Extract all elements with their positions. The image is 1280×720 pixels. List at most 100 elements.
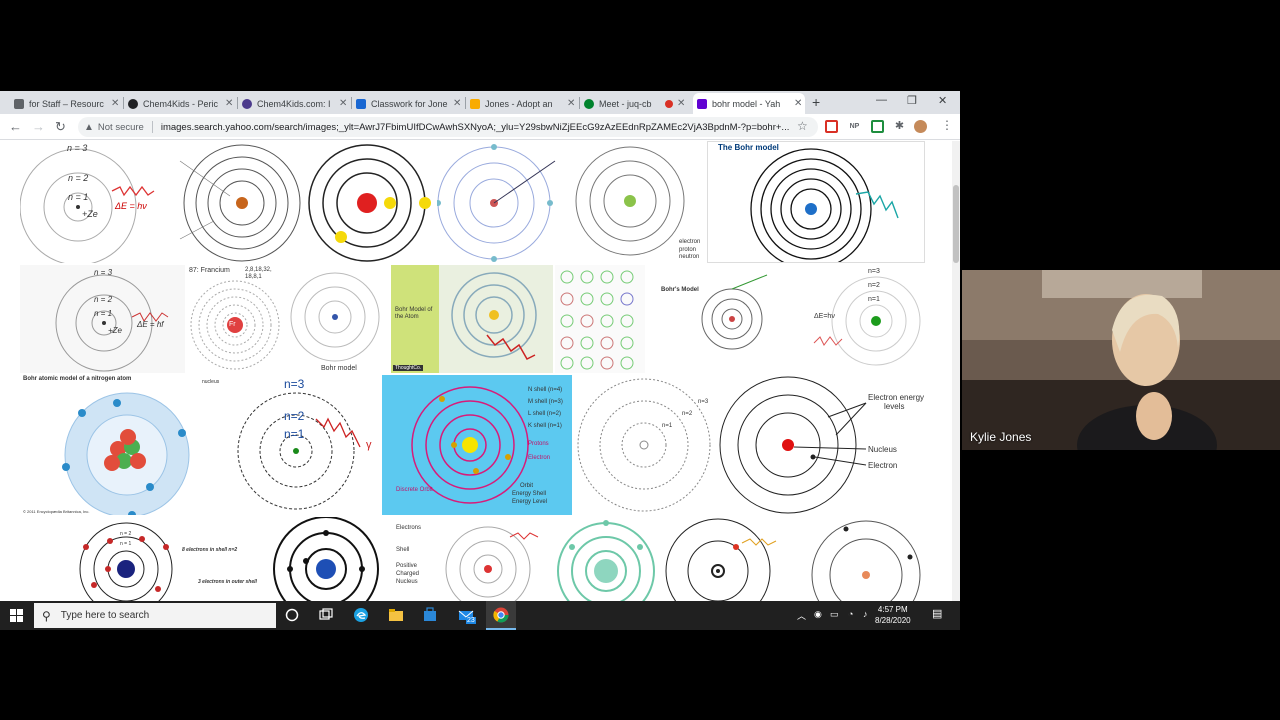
profile-avatar[interactable] [914, 120, 927, 133]
label-electrons: Electrons [396, 525, 422, 531]
close-window-icon[interactable]: ✕ [938, 94, 947, 107]
result-thumb-18[interactable]: Electron energy levels Nucleus Electron [718, 375, 925, 515]
tab-close-icon[interactable]: ✕ [567, 98, 575, 109]
label-ze: +Ze [82, 209, 98, 219]
edge-icon[interactable] [353, 607, 369, 623]
thumb-title: The Bohr model [718, 143, 779, 152]
thumb-title: 87: Francium [189, 267, 230, 274]
result-thumb-17[interactable]: n=3 n=2 n=1 [574, 375, 716, 515]
tab-close-icon[interactable]: ✕ [677, 98, 685, 109]
security-label: Not secure [97, 121, 144, 133]
label-protons: Protons [528, 441, 549, 447]
result-thumb-14[interactable]: Bohr atomic model of a nitrogen atom nuc… [20, 375, 230, 515]
reload-icon[interactable]: ↻ [55, 119, 66, 135]
bohr-diagram-image [55, 274, 169, 372]
tab-close-icon[interactable]: ✕ [794, 98, 802, 109]
result-thumb-6[interactable]: The Bohr model [707, 141, 925, 263]
tab-staff-resources[interactable]: for Staff – Resourc ✕ [10, 93, 120, 114]
result-thumb-7[interactable]: n = 3 n = 2 n = 1 +Ze ΔE = hf [20, 265, 185, 373]
tab-meet[interactable]: Meet - juq-cb ✕ [580, 93, 690, 114]
forward-icon[interactable]: → [32, 119, 45, 134]
tab-chem4kids-home[interactable]: Chem4Kids.com: I ✕ [238, 93, 348, 114]
url-text[interactable]: images.search.yahoo.com/search/images;_y… [161, 122, 801, 133]
tab-title: Chem4Kids - Peric [143, 98, 219, 109]
result-thumb-4[interactable] [437, 141, 569, 263]
tab-adopt-an[interactable]: Jones - Adopt an ✕ [466, 93, 576, 114]
tray-volume-icon[interactable]: ♪ [863, 609, 868, 619]
label-shell-2: 8 electrons in shell n=2 [182, 547, 238, 553]
tray-wifi-icon[interactable]: ◔ [848, 609, 853, 619]
file-explorer-icon[interactable] [388, 607, 404, 623]
result-thumb-9[interactable]: Bohr model [289, 265, 389, 373]
result-thumb-22[interactable] [550, 517, 662, 601]
new-tab-icon[interactable]: + [812, 94, 820, 110]
taskbar-search-box[interactable]: ⚲ Type here to search [34, 603, 276, 628]
label-energy-levels-2: levels [884, 402, 905, 411]
label-n2: n=2 [868, 282, 880, 289]
cortana-icon[interactable] [284, 607, 300, 623]
tab-chem4kids-periodic[interactable]: Chem4Kids - Peric ✕ [124, 93, 234, 114]
result-thumb-16[interactable]: N shell (n=4) M shell (n=3) L shell (n=2… [382, 375, 572, 515]
nitrogen-atom-image [62, 392, 190, 515]
bookmark-star-icon[interactable]: ☆ [797, 119, 808, 133]
thumb-title: Bohr Model of the Atom [395, 307, 433, 320]
tray-chevron-icon[interactable]: ︿ [797, 609, 806, 622]
result-thumb-1[interactable]: n = 3 n = 2 n = 1 +Ze ΔE = hν [20, 141, 168, 263]
result-thumb-12[interactable]: Bohr's Model [657, 265, 807, 373]
search-placeholder: Type here to search [60, 610, 150, 621]
label-n3: n=3 [284, 377, 305, 391]
result-thumb-23[interactable] [664, 517, 804, 601]
address-bar[interactable]: ▲ Not secure images.search.yahoo.com/sea… [78, 117, 818, 137]
result-thumb-2[interactable] [170, 141, 305, 263]
taskbar-clock[interactable]: 4:57 PM 8/28/2020 [875, 604, 911, 626]
thumb-caption: Bohr atomic model of a nitrogen atom [23, 376, 132, 382]
tab-close-icon[interactable]: ✕ [225, 98, 233, 109]
extension-red-icon[interactable] [825, 120, 838, 133]
result-thumb-20[interactable]: Electrons Shell Positive Charged Nucleus [272, 517, 432, 601]
label-nucleus: Nucleus [868, 445, 897, 454]
store-icon[interactable] [422, 607, 438, 623]
tab-close-icon[interactable]: ✕ [339, 98, 347, 109]
recording-dot-icon [665, 99, 673, 108]
tab-close-icon[interactable]: ✕ [111, 98, 119, 109]
result-thumb-3[interactable] [307, 141, 435, 263]
result-thumb-19[interactable]: 8 electrons in shell n=2 3 electrons in … [20, 517, 270, 601]
result-thumb-5[interactable]: electron proton neutron [571, 141, 703, 263]
recording-stage: for Staff – Resourc ✕ Chem4Kids - Peric … [0, 0, 1280, 720]
result-thumb-15[interactable]: n=3 n=2 n=1 γ [232, 375, 380, 515]
windows-start-icon[interactable] [10, 609, 23, 622]
tab-favicon-icon [14, 98, 24, 109]
minimize-icon[interactable]: — [876, 94, 887, 106]
label-n1: n = 1 [120, 541, 132, 547]
label-orbit: Orbit [520, 483, 534, 489]
result-thumb-8[interactable]: 87: Francium 2,8,18,32, 18,8,1 Fr [187, 265, 287, 373]
chrome-taskbar-item[interactable] [486, 601, 516, 630]
tab-classwork[interactable]: Classwork for Jone ✕ [352, 93, 462, 114]
back-icon[interactable]: ← [9, 119, 22, 134]
page-scrollbar[interactable] [952, 141, 960, 601]
scrollbar-thumb[interactable] [953, 185, 959, 263]
bohr-diagram-image [557, 520, 655, 601]
extension-np-icon[interactable]: NP [848, 120, 861, 133]
result-thumb-10[interactable]: Bohr Model of the Atom ThoughtCo. [391, 265, 553, 373]
result-thumb-13[interactable]: n=3 n=2 n=1 ΔE=hν [810, 265, 925, 373]
tray-meet-icon[interactable]: ◉ [814, 609, 822, 620]
tray-battery-icon[interactable]: ▭ [830, 609, 839, 620]
tab-bohr-model-yahoo[interactable]: bohr model - Yah ✕ [693, 93, 805, 114]
extension-green-icon[interactable] [871, 120, 884, 133]
menu-kebab-icon[interactable]: ⋮ [941, 118, 953, 132]
participant-name: Kylie Jones [970, 430, 1032, 444]
result-thumb-11[interactable] [555, 265, 645, 373]
tab-close-icon[interactable]: ✕ [453, 98, 461, 109]
mail-badge: 23 [466, 617, 476, 624]
extensions-puzzle-icon[interactable]: ✱ [893, 120, 906, 133]
clock-date: 8/28/2020 [875, 616, 911, 625]
task-view-icon[interactable] [318, 607, 334, 623]
result-thumb-24[interactable] [806, 517, 926, 601]
restore-icon[interactable]: ❐ [907, 94, 917, 107]
bohr-diagram-image [701, 274, 768, 350]
notifications-icon[interactable]: ▤ [932, 607, 942, 620]
participant-video-frame [962, 270, 1280, 450]
result-thumb-21[interactable] [434, 517, 546, 601]
label-n2: n = 2 [94, 295, 113, 304]
